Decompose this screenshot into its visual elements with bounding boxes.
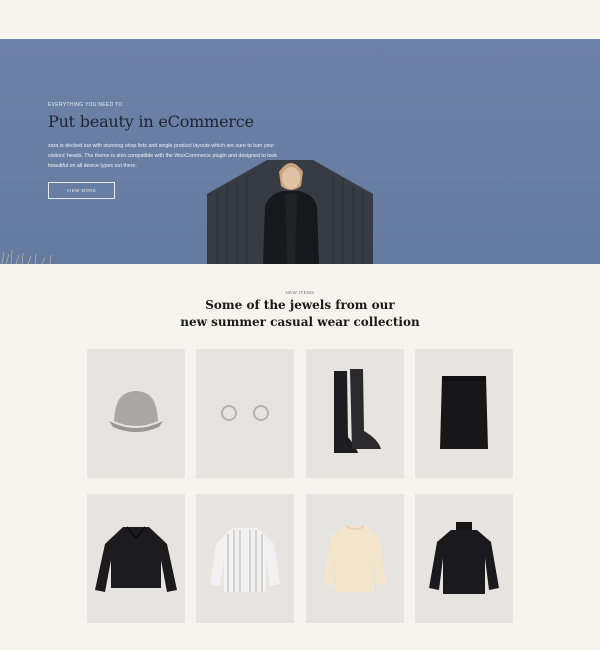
leather-boots-icon bbox=[334, 369, 381, 453]
section-eyebrow: New items bbox=[285, 290, 315, 295]
hero-banner: Everything you need to Put beauty in eCo… bbox=[0, 39, 600, 264]
section-title-line2: new summer casual wear collection bbox=[180, 315, 420, 329]
striped-shirt-icon bbox=[210, 528, 280, 592]
product-card[interactable] bbox=[415, 349, 513, 478]
product-card[interactable] bbox=[87, 494, 185, 623]
product-card[interactable] bbox=[196, 349, 294, 478]
section-title: Some of the jewels from our new summer c… bbox=[0, 297, 600, 331]
black-turtleneck-icon bbox=[429, 522, 499, 594]
hero-title: Put beauty in eCommerce bbox=[48, 112, 254, 131]
grass-decoration bbox=[1, 249, 52, 264]
hoop-earrings-icon bbox=[221, 405, 269, 421]
black-jacket-icon bbox=[95, 526, 177, 592]
product-card[interactable] bbox=[306, 349, 404, 478]
bucket-hat-icon bbox=[109, 391, 163, 432]
hero-description: zara is decked out with stunning shop li… bbox=[48, 143, 277, 169]
section-title-line1: Some of the jewels from our bbox=[205, 298, 395, 312]
hero-eyebrow: Everything you need to bbox=[48, 102, 123, 108]
cream-sweater-icon bbox=[324, 525, 386, 592]
view-more-button[interactable]: View more bbox=[48, 182, 115, 199]
top-header bbox=[0, 0, 600, 39]
product-card[interactable] bbox=[415, 494, 513, 623]
product-card[interactable] bbox=[87, 349, 185, 478]
product-card[interactable] bbox=[196, 494, 294, 623]
black-skirt-icon bbox=[440, 376, 488, 449]
product-card[interactable] bbox=[306, 494, 404, 623]
